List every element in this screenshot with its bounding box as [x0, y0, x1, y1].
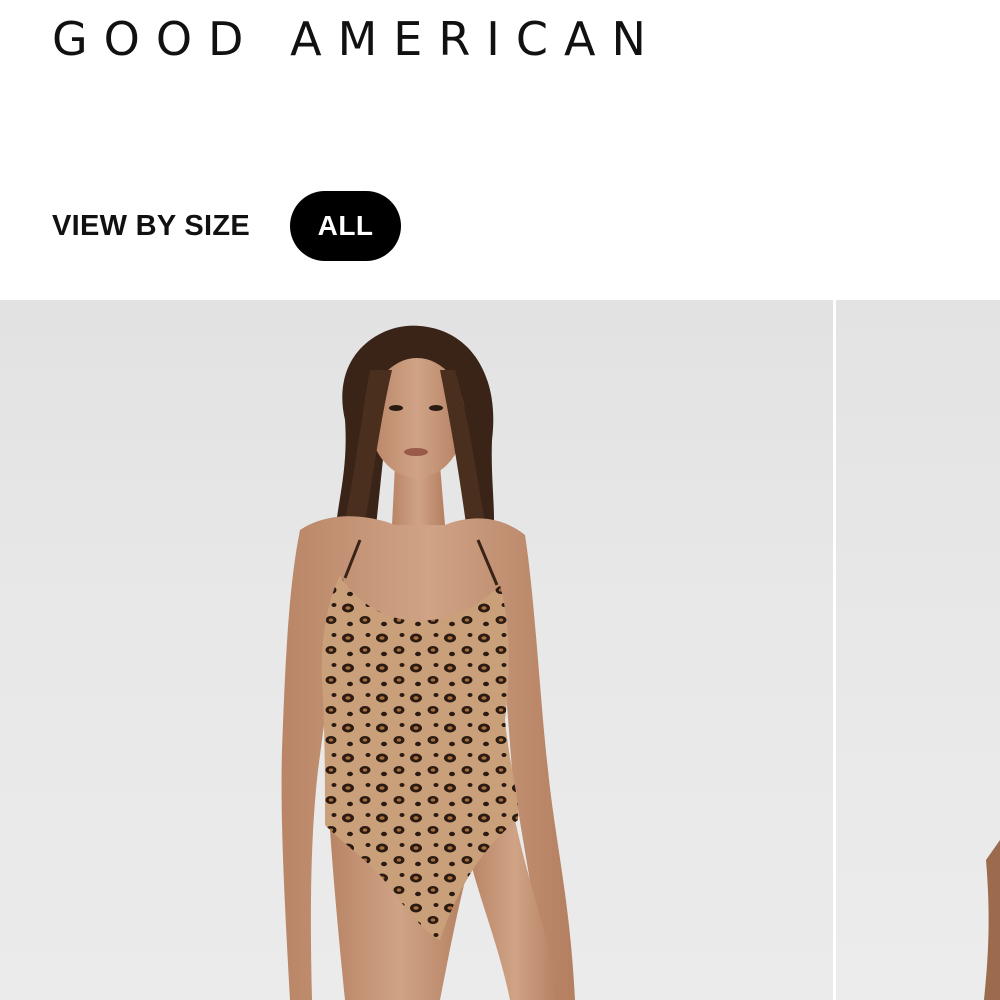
- product-image[interactable]: [836, 300, 1000, 1000]
- product-image[interactable]: [0, 300, 833, 1000]
- product-grid: [0, 300, 1000, 1000]
- product-card[interactable]: [836, 300, 1000, 1000]
- size-option-all-button[interactable]: ALL: [290, 191, 402, 261]
- brand-logo[interactable]: GOOD AMERICAN: [52, 14, 662, 64]
- site-header: GOOD AMERICAN: [0, 0, 1000, 100]
- size-filter-label: VIEW BY SIZE: [52, 209, 251, 242]
- size-filter: VIEW BY SIZE ALL: [52, 190, 402, 262]
- product-card[interactable]: [0, 300, 833, 1000]
